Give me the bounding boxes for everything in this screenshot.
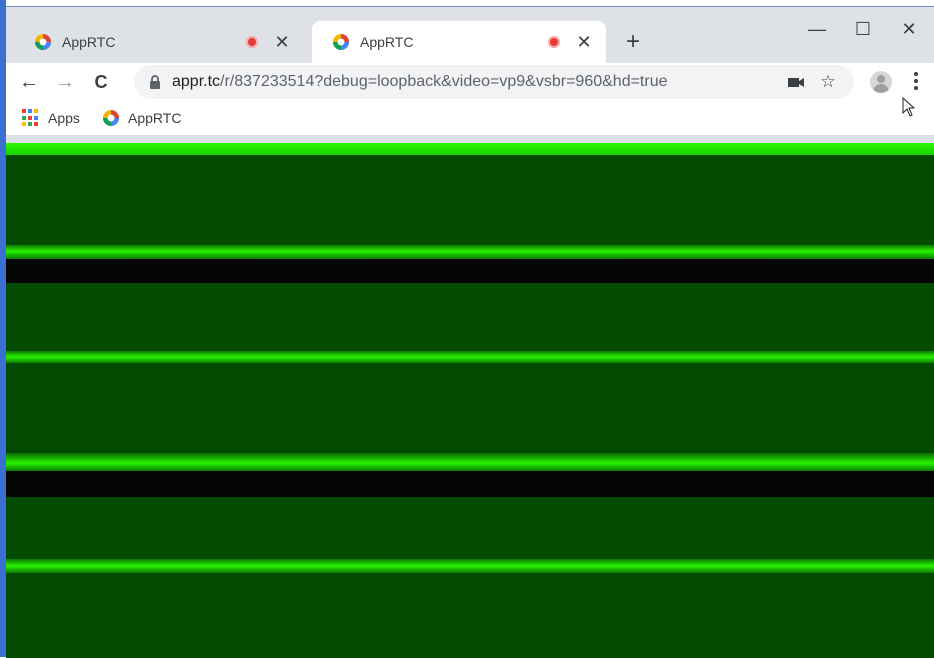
video-highlight-band: [6, 559, 934, 573]
new-tab-button[interactable]: +: [618, 27, 648, 57]
recording-indicator-icon: [548, 36, 560, 48]
apps-label: Apps: [48, 110, 80, 126]
tab-strip: AppRTC ✕ AppRTC ✕ + — ☐ ✕: [6, 7, 934, 63]
recording-indicator-icon: [246, 36, 258, 48]
bookmark-apprtc[interactable]: AppRTC: [102, 107, 181, 129]
video-highlight-band: [6, 351, 934, 363]
star-icon[interactable]: ☆: [818, 72, 838, 92]
maximize-button[interactable]: ☐: [840, 13, 886, 45]
apps-bookmark[interactable]: Apps: [22, 107, 80, 129]
toolbar: ← → C appr.tc/r/837233514?debug=loopback…: [6, 63, 934, 101]
profile-icon[interactable]: [870, 71, 892, 93]
lock-icon: [150, 75, 160, 89]
mouse-cursor-icon: [902, 97, 916, 117]
video-black-band: [6, 259, 934, 283]
tab-apprtc-1[interactable]: AppRTC ✕: [14, 21, 304, 63]
video-highlight-band: [6, 245, 934, 259]
video-highlight-band: [6, 453, 934, 471]
apps-grid-icon: [22, 109, 40, 127]
video-view: [6, 143, 934, 658]
apprtc-logo-icon: [35, 34, 51, 50]
url-text: appr.tc/r/837233514?debug=loopback&video…: [172, 73, 668, 91]
video-highlight-band: [6, 143, 934, 155]
close-tab-icon[interactable]: ✕: [576, 32, 592, 53]
forward-button[interactable]: →: [50, 67, 80, 97]
apprtc-logo-icon: [103, 110, 119, 126]
menu-icon[interactable]: [908, 69, 924, 95]
close-tab-icon[interactable]: ✕: [274, 32, 290, 53]
back-button[interactable]: ←: [14, 67, 44, 97]
close-window-button[interactable]: ✕: [886, 13, 932, 45]
tab-label: AppRTC: [360, 34, 414, 50]
tab-apprtc-2[interactable]: AppRTC ✕: [312, 21, 606, 63]
reload-button[interactable]: C: [86, 67, 116, 97]
browser-window: AppRTC ✕ AppRTC ✕ + — ☐ ✕ ← → C appr.tc/…: [6, 6, 934, 658]
camera-icon[interactable]: [786, 72, 806, 92]
video-black-band: [6, 471, 934, 497]
tab-label: AppRTC: [62, 34, 116, 50]
url-host: appr.tc: [172, 73, 221, 90]
url-path: /r/837233514?debug=loopback&video=vp9&vs…: [220, 73, 668, 90]
apprtc-logo-icon: [333, 34, 349, 50]
minimize-button[interactable]: —: [794, 13, 840, 45]
bookmark-label: AppRTC: [128, 110, 182, 126]
bookmarks-bar: Apps AppRTC: [6, 101, 934, 136]
address-bar[interactable]: appr.tc/r/837233514?debug=loopback&video…: [134, 65, 854, 99]
